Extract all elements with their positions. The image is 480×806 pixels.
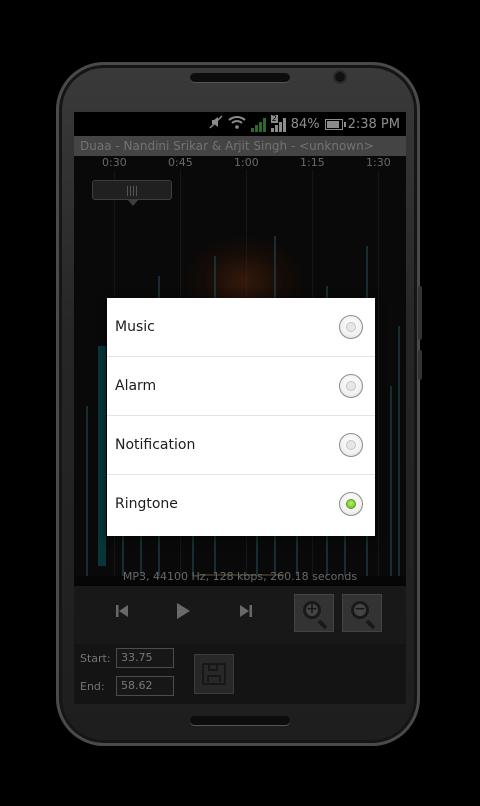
volume-button — [418, 286, 422, 340]
radio-dot — [346, 381, 356, 391]
option-notification[interactable]: Notification — [107, 416, 375, 475]
radio-button[interactable] — [339, 433, 363, 457]
phone-screen: 2 84% 2:38 PM Duaa - Nandini Srikar & Ar… — [74, 112, 406, 704]
power-button — [418, 350, 422, 380]
ringtone-type-dialog: Music Alarm Notification Ringtone — [107, 298, 375, 536]
radio-button[interactable] — [339, 315, 363, 339]
option-music[interactable]: Music — [107, 298, 375, 357]
radio-button-selected[interactable] — [339, 492, 363, 516]
radio-dot — [346, 440, 356, 450]
front-camera — [335, 72, 345, 82]
earpiece-speaker — [190, 73, 290, 82]
option-label: Music — [115, 319, 155, 335]
radio-button[interactable] — [339, 374, 363, 398]
option-alarm[interactable]: Alarm — [107, 357, 375, 416]
option-ringtone[interactable]: Ringtone — [107, 475, 375, 534]
option-label: Notification — [115, 437, 196, 453]
option-label: Alarm — [115, 378, 157, 394]
bottom-speaker — [190, 716, 290, 725]
radio-dot — [346, 322, 356, 332]
option-label: Ringtone — [115, 496, 178, 512]
radio-dot — [346, 499, 356, 509]
